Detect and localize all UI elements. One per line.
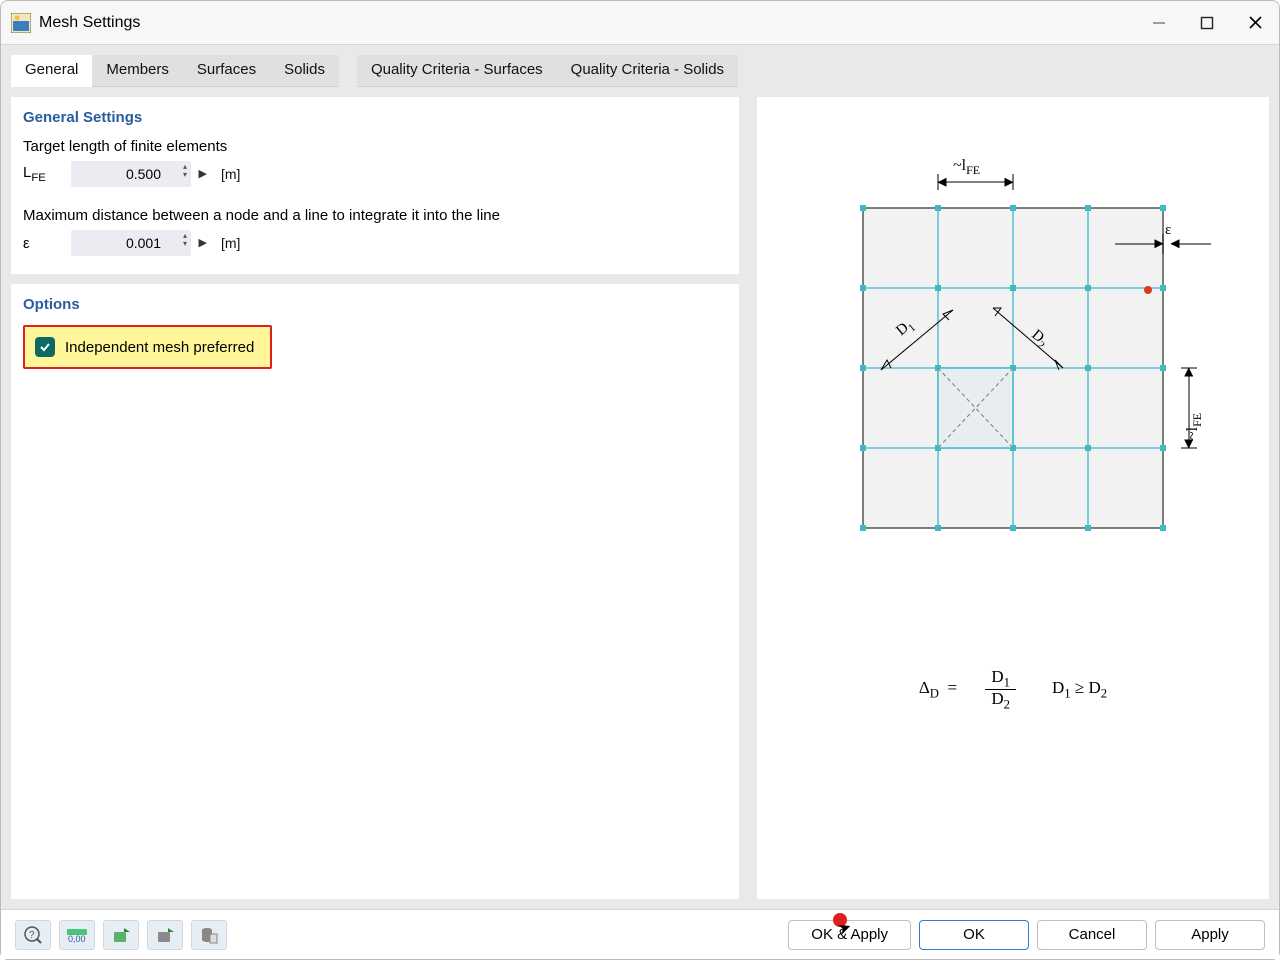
svg-text:0,00: 0,00 bbox=[68, 934, 86, 943]
svg-text:~lFE: ~lFE bbox=[1184, 413, 1204, 440]
lfe-spinner[interactable]: ▴▾ bbox=[183, 163, 187, 179]
import-icon[interactable] bbox=[103, 920, 139, 950]
eps-unit: [m] bbox=[221, 235, 240, 251]
svg-text:?: ? bbox=[29, 930, 35, 941]
app-icon bbox=[11, 13, 31, 33]
svg-text:ε: ε bbox=[1165, 222, 1171, 238]
independent-mesh-checkbox[interactable] bbox=[35, 337, 55, 357]
tab-solids[interactable]: Solids bbox=[270, 55, 339, 87]
general-settings-group: General Settings Target length of finite… bbox=[11, 97, 739, 274]
formula-delta: Δ bbox=[919, 678, 930, 697]
general-settings-heading: General Settings bbox=[23, 109, 727, 126]
options-heading: Options bbox=[23, 296, 727, 313]
svg-text:~lFE: ~lFE bbox=[953, 157, 980, 177]
maximize-button[interactable] bbox=[1183, 1, 1231, 45]
window-title: Mesh Settings bbox=[39, 14, 140, 32]
tab-bar: General Members Surfaces Solids Quality … bbox=[11, 55, 1269, 87]
eps-menu-arrow-icon[interactable]: ▶ bbox=[199, 236, 207, 249]
eps-input[interactable] bbox=[71, 230, 191, 256]
minimize-button[interactable] bbox=[1135, 1, 1183, 45]
target-length-label: Target length of finite elements bbox=[23, 138, 727, 155]
max-distance-label: Maximum distance between a node and a li… bbox=[23, 207, 727, 224]
formula: ΔD = D1 D2 D1 ≥ D2 bbox=[919, 668, 1107, 712]
formula-delta-sub: D bbox=[930, 687, 939, 701]
units-icon[interactable]: 0,00 bbox=[59, 920, 95, 950]
lfe-symbol: LFE bbox=[23, 164, 63, 184]
close-button[interactable] bbox=[1231, 1, 1279, 45]
eps-spinner[interactable]: ▴▾ bbox=[183, 232, 187, 248]
tab-members[interactable]: Members bbox=[92, 55, 183, 87]
lfe-unit: [m] bbox=[221, 166, 240, 182]
export-icon[interactable] bbox=[147, 920, 183, 950]
formula-eq: = bbox=[948, 678, 958, 697]
ok-button[interactable]: OK bbox=[919, 920, 1029, 950]
lfe-input[interactable] bbox=[71, 161, 191, 187]
tab-quality-surfaces[interactable]: Quality Criteria - Surfaces bbox=[357, 55, 557, 87]
titlebar: Mesh Settings bbox=[1, 1, 1279, 45]
eps-symbol: ε bbox=[23, 235, 63, 252]
independent-mesh-highlight: Independent mesh preferred bbox=[23, 325, 272, 369]
lfe-menu-arrow-icon[interactable]: ▶ bbox=[199, 167, 207, 180]
tab-general[interactable]: General bbox=[11, 55, 92, 87]
cancel-button[interactable]: Cancel bbox=[1037, 920, 1147, 950]
mesh-diagram: D1 D2 ~lFE bbox=[803, 128, 1223, 608]
diagram-panel: D1 D2 ~lFE bbox=[757, 97, 1269, 899]
tab-surfaces[interactable]: Surfaces bbox=[183, 55, 270, 87]
options-group: Options Independent mesh preferred bbox=[11, 284, 739, 899]
independent-mesh-label: Independent mesh preferred bbox=[65, 339, 254, 356]
apply-button[interactable]: Apply bbox=[1155, 920, 1265, 950]
formula-fraction: D1 D2 bbox=[985, 668, 1016, 712]
database-icon[interactable] bbox=[191, 920, 227, 950]
tab-quality-solids[interactable]: Quality Criteria - Solids bbox=[557, 55, 738, 87]
help-icon[interactable]: ? bbox=[15, 920, 51, 950]
footer: ? 0,00 OK & Apply OK Cancel Apply bbox=[1, 909, 1279, 959]
